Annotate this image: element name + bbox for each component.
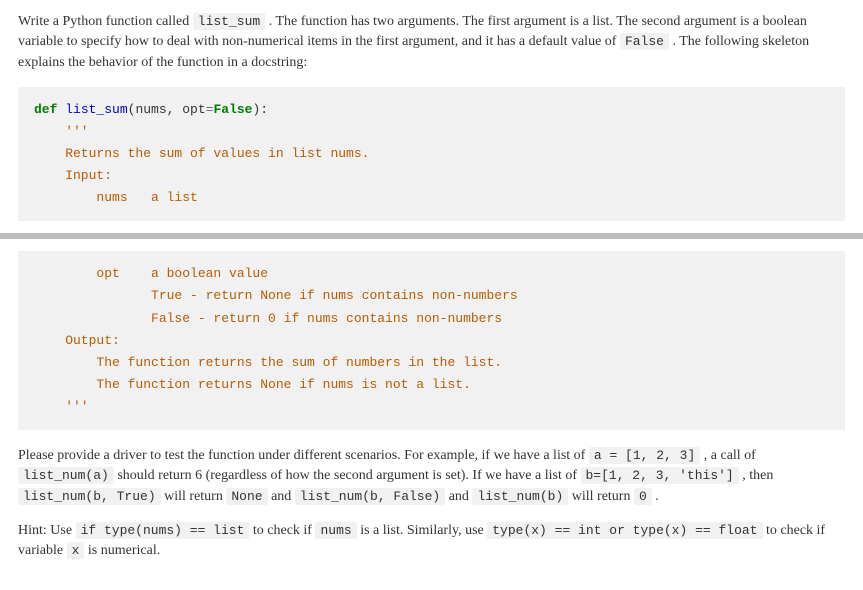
sig-close: ): bbox=[252, 102, 268, 117]
doc2-l7: ''' bbox=[34, 399, 89, 414]
p2-c8: 0 bbox=[634, 488, 652, 505]
hint-c1: if type(nums) == list bbox=[76, 522, 250, 539]
hint-t1: Use bbox=[50, 523, 75, 538]
p2-t5: will return bbox=[161, 489, 227, 504]
question-section-bottom: opt a boolean value True - return None i… bbox=[0, 239, 863, 587]
p2-t4: , then bbox=[739, 468, 774, 483]
doc-l3: nums a list bbox=[34, 190, 198, 205]
question-section-top: Write a Python function called list_sum … bbox=[0, 0, 863, 233]
doc2-l4: Output: bbox=[34, 333, 120, 348]
doc2-l3: False - return 0 if nums contains non-nu… bbox=[34, 311, 502, 326]
sig-open: (nums, opt bbox=[128, 102, 206, 117]
hint-t3: is a list. Similarly, use bbox=[357, 523, 488, 538]
doc2-l1: opt a boolean value bbox=[34, 266, 268, 281]
p2-c1: a = [1, 2, 3] bbox=[589, 447, 700, 464]
p2-t9: . bbox=[652, 489, 659, 504]
doc-l1: Returns the sum of values in list nums. bbox=[34, 146, 369, 161]
hint-c3: type(x) == int or type(x) == float bbox=[487, 522, 762, 539]
hint-paragraph: Hint: Use if type(nums) == list to check… bbox=[18, 521, 845, 562]
intro-text-1: Write a Python function called bbox=[18, 14, 193, 29]
hint-c2: nums bbox=[315, 522, 356, 539]
hint-t5: is numerical. bbox=[84, 543, 160, 558]
code-list-sum: list_sum bbox=[193, 13, 265, 30]
hint-label: Hint: bbox=[18, 523, 50, 538]
p2-t6: and bbox=[268, 489, 295, 504]
code-block-bottom: opt a boolean value True - return None i… bbox=[18, 251, 845, 430]
doc2-l6: The function returns None if nums is not… bbox=[34, 377, 471, 392]
kw-def: def bbox=[34, 102, 57, 117]
doc-l2: Input: bbox=[34, 168, 112, 183]
p2-t8: will return bbox=[568, 489, 634, 504]
p2-c6: list_num(b, False) bbox=[295, 488, 445, 505]
fn-name: list_sum bbox=[65, 102, 127, 117]
doc-open: ''' bbox=[34, 124, 89, 139]
p2-t1: Please provide a driver to test the func… bbox=[18, 448, 589, 463]
p2-t7: and bbox=[445, 489, 472, 504]
p2-c7: list_num(b) bbox=[472, 488, 568, 505]
driver-paragraph: Please provide a driver to test the func… bbox=[18, 446, 845, 507]
code-false: False bbox=[620, 33, 669, 50]
p2-c4: list_num(b, True) bbox=[18, 488, 161, 505]
doc2-l5: The function returns the sum of numbers … bbox=[34, 355, 502, 370]
p2-c2: list_num(a) bbox=[18, 467, 114, 484]
p2-c5: None bbox=[226, 488, 267, 505]
doc2-l2: True - return None if nums contains non-… bbox=[34, 288, 518, 303]
intro-paragraph: Write a Python function called list_sum … bbox=[18, 12, 845, 73]
p2-c3: b=[1, 2, 3, 'this'] bbox=[581, 467, 739, 484]
p2-t3: should return 6 (regardless of how the s… bbox=[114, 468, 581, 483]
hint-c4: x bbox=[67, 542, 85, 559]
val-false: False bbox=[213, 102, 252, 117]
p2-t2: , a call of bbox=[700, 448, 756, 463]
hint-t2: to check if bbox=[249, 523, 315, 538]
code-block-top: def list_sum(nums, opt=False): ''' Retur… bbox=[18, 87, 845, 221]
